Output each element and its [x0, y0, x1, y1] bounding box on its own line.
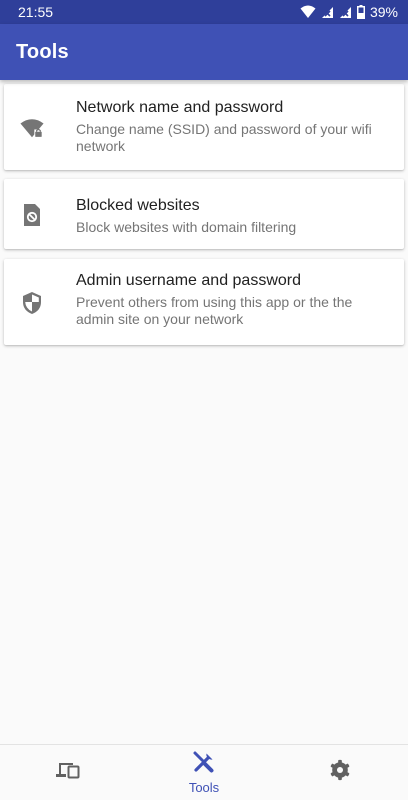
- status-bar: 21:55 39%: [0, 0, 408, 24]
- card-text: Network name and password Change name (S…: [76, 98, 392, 155]
- nav-tools-label: Tools: [188, 780, 220, 795]
- nav-settings[interactable]: [272, 745, 408, 800]
- signal-icon: [339, 6, 352, 19]
- wifi-icon: [300, 5, 316, 19]
- card-description: Block websites with domain filtering: [76, 219, 297, 235]
- battery-icon: [356, 5, 365, 19]
- card-title: Admin username and password: [76, 272, 302, 289]
- card-description: Change name (SSID) and password of your …: [76, 121, 372, 154]
- nav-devices[interactable]: [0, 745, 136, 800]
- devices-icon: [55, 760, 81, 785]
- shield-icon: [20, 291, 44, 315]
- blocked-file-icon: [20, 203, 44, 227]
- status-time: 21:55: [18, 4, 54, 20]
- status-icons: 39%: [300, 4, 398, 20]
- settings-icon: [329, 759, 351, 786]
- blocked-websites-card[interactable]: Blocked websites Block websites with dom…: [4, 179, 404, 249]
- battery-percent: 39%: [369, 4, 398, 20]
- wifi-lock-icon: [20, 117, 44, 141]
- card-description: Prevent others from using this app or th…: [76, 294, 353, 327]
- card-text: Admin username and password Prevent othe…: [76, 271, 392, 328]
- card-title: Network name and password: [76, 99, 284, 116]
- bottom-navigation: Tools: [0, 744, 408, 800]
- page-title: Tools: [16, 40, 69, 63]
- app-bar: Tools: [0, 24, 408, 80]
- admin-username-password-card[interactable]: Admin username and password Prevent othe…: [4, 259, 404, 345]
- nav-tools[interactable]: Tools: [136, 745, 272, 800]
- network-name-password-card[interactable]: Network name and password Change name (S…: [4, 84, 404, 170]
- signal-icon: [321, 6, 334, 19]
- tools-icon: [192, 750, 216, 779]
- card-text: Blocked websites Block websites with dom…: [76, 196, 392, 236]
- card-title: Blocked websites: [76, 197, 200, 214]
